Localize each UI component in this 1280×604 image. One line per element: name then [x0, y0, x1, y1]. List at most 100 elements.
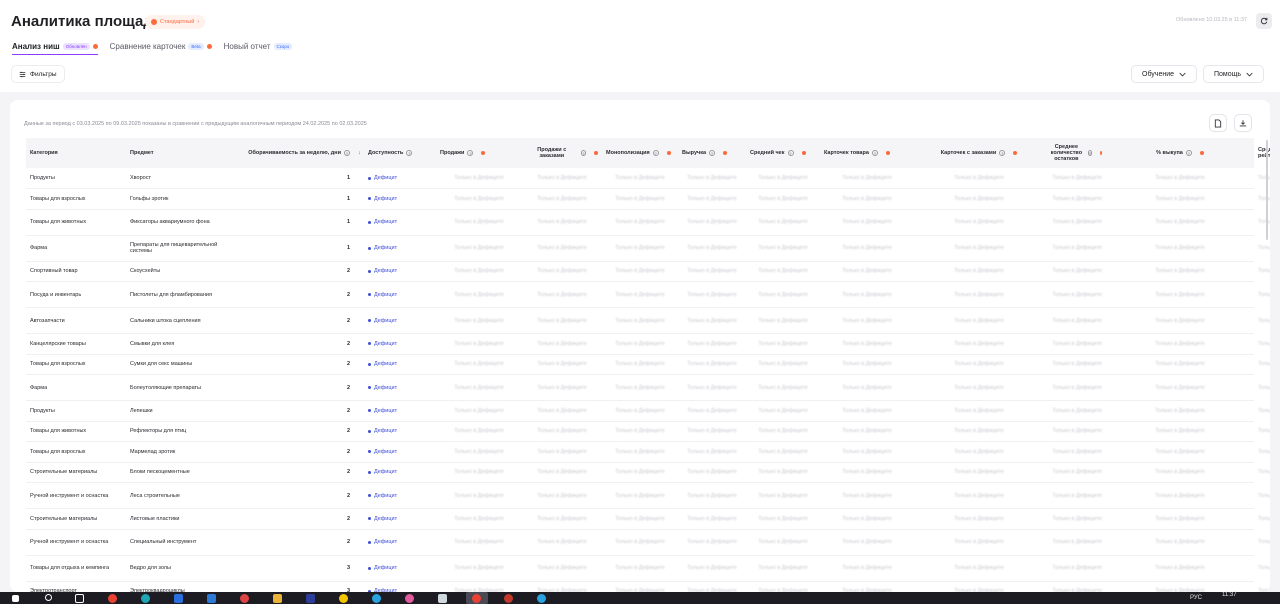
cell-buyout: Только в Дефиците	[1106, 508, 1254, 530]
col-avg-stock[interactable]: Среднее количество остатков?	[1044, 138, 1106, 168]
cell-sales-orders: Только в Дефиците	[522, 374, 602, 401]
status-label: Дефицит	[374, 492, 398, 499]
telegram-icon[interactable]	[537, 594, 546, 603]
table-row[interactable]: Фарма Болеутоляющие препараты 2 Дефицит Толь…	[26, 374, 1270, 401]
learning-dropdown[interactable]: Обучение	[1131, 65, 1198, 83]
col-sales[interactable]: Продажи?	[436, 138, 522, 168]
table-row[interactable]: Товары для животных Фиксаторы аквариумног…	[26, 209, 1270, 236]
app-icon[interactable]	[207, 594, 216, 603]
table-row[interactable]: Электротранспорт Электроквадроциклы 3 Дефиц…	[26, 581, 1270, 592]
chrome-icon[interactable]	[108, 594, 117, 603]
table-row[interactable]: Канцелярские товары Смывки для клея 2 Дефиц…	[26, 333, 1270, 355]
cell-sales: Только в Дефиците	[436, 482, 522, 509]
cell-sales-orders: Только в Дефиците	[522, 400, 602, 422]
store-icon[interactable]	[174, 594, 183, 603]
vertical-scrollbar[interactable]	[1266, 140, 1268, 240]
table-row[interactable]: Строительные материалы Блоки пескоцементн…	[26, 462, 1270, 483]
table-row[interactable]: Товары для взрослых Мармелад эротик 2 Дефиц…	[26, 441, 1270, 463]
cell-avg-check: Только в Дефиците	[746, 354, 820, 375]
col-buyout[interactable]: % выкупа?	[1106, 138, 1254, 168]
table-row[interactable]: Спортивный товар Скоусхейты 2 Дефицит Только…	[26, 261, 1270, 282]
locked-value: Только в Дефиците	[758, 565, 808, 571]
locked-value: Только в Дефиците	[1258, 492, 1270, 499]
cell-cards-orders: Только в Дефиците	[914, 333, 1044, 355]
table-row[interactable]: Товары для взрослых Сумки для секс машины…	[26, 354, 1270, 375]
cell-buyout: Только в Дефиците	[1106, 529, 1254, 556]
status-dot-icon	[368, 494, 371, 497]
col-avg-check[interactable]: Средний чек?	[746, 138, 820, 168]
col-cards-orders[interactable]: Карточек с заказами?	[914, 138, 1044, 168]
app-icon[interactable]	[504, 594, 513, 603]
refresh-button[interactable]	[1256, 13, 1272, 29]
download-button[interactable]	[1234, 114, 1252, 132]
plan-badge[interactable]: Стандартный ›	[145, 15, 206, 29]
col-monopoly[interactable]: Монополизация?	[602, 138, 678, 168]
cell-spacer	[354, 307, 364, 334]
language-indicator[interactable]: РУС	[1190, 595, 1202, 601]
tab-new-report[interactable]: Новый отчет Скоро	[224, 38, 293, 54]
cell-revenue: Только в Дефиците	[678, 374, 746, 401]
col-availability[interactable]: Доступность?	[364, 138, 436, 168]
table-row[interactable]: Ручной инструмент и оснастка Специальный …	[26, 529, 1270, 556]
table-row[interactable]: Фарма Препараты для пищеварительной систе…	[26, 235, 1270, 262]
search-icon[interactable]	[45, 594, 52, 601]
locked-value: Только в Дефиците	[615, 175, 665, 181]
chrome-icon[interactable]	[472, 594, 481, 603]
locked-value: Только в Дефиците	[758, 492, 808, 499]
app-icon[interactable]	[405, 594, 414, 603]
edge-icon[interactable]	[141, 594, 150, 603]
sort-arrow-icon[interactable]: ↓	[354, 138, 364, 168]
availability-status: Дефицит	[368, 361, 432, 367]
col-cards[interactable]: Карточек товара?	[820, 138, 914, 168]
cell-avg-stock: Только в Дефиците	[1044, 333, 1106, 355]
windows-start-icon[interactable]	[12, 595, 19, 602]
locked-value: Только в Дефиците	[615, 539, 665, 545]
tab-label: Новый отчет	[223, 41, 271, 51]
cell-availability: Дефицит	[364, 555, 436, 582]
folder-icon[interactable]	[273, 594, 282, 603]
task-view-icon[interactable]	[75, 594, 84, 603]
col-sales-orders[interactable]: Продажи с заказами?	[522, 138, 602, 168]
status-label: Дефицит	[374, 317, 398, 324]
table-row[interactable]: Продукты Лепешки 2 Дефицит Только в Дефиците…	[26, 400, 1270, 422]
locked-value: Только в Дефиците	[758, 407, 808, 414]
cell-revenue: Только в Дефиците	[678, 307, 746, 334]
table-row[interactable]: Товары для животных Рефлекторы для птиц 2 Д…	[26, 421, 1270, 442]
locked-value: Только в Дефиците	[1052, 492, 1102, 499]
telegram-icon[interactable]	[372, 594, 381, 603]
cell-spacer	[354, 354, 364, 375]
calculator-icon[interactable]	[438, 594, 447, 603]
filters-button[interactable]: Фильтры	[11, 65, 65, 83]
cell-sales: Только в Дефиците	[436, 281, 522, 308]
locked-value: Только в Дефиците	[454, 195, 504, 202]
help-dropdown[interactable]: Помощь	[1203, 65, 1265, 83]
locked-value: Только в Дефиците	[615, 492, 665, 499]
table-row[interactable]: Посуда и инвентарь Пистолеты для фламбиро…	[26, 281, 1270, 308]
col-turnover[interactable]: Оборачиваемость за неделю, дни?	[226, 138, 354, 168]
table-row[interactable]: Ручной инструмент и оснастка Леса строите…	[26, 482, 1270, 509]
col-category[interactable]: Категория	[26, 138, 126, 168]
export-file-button[interactable]	[1209, 114, 1227, 132]
locked-value: Только в Дефиците	[758, 361, 808, 368]
col-subject[interactable]: Предмет	[126, 138, 226, 168]
cell-avg-stock: Только в Дефиците	[1044, 581, 1106, 592]
tab-card-comparison[interactable]: Сравнение карточек Beta	[110, 38, 212, 54]
clock[interactable]: 11:37	[1222, 592, 1237, 598]
table-row[interactable]: Товары для взрослых Гольфы эротик 1 Дефицит…	[26, 188, 1270, 210]
app-icon[interactable]	[339, 594, 348, 603]
table-row[interactable]: Строительные материалы Листовые пластики 2…	[26, 508, 1270, 530]
table-row[interactable]: Продукты Хворост 1 Дефицит Только в Дефиците…	[26, 168, 1270, 189]
status-dot-icon	[368, 246, 371, 250]
cell-availability: Дефицит	[364, 508, 436, 530]
col-revenue[interactable]: Выручка?	[678, 138, 746, 168]
help-icon: ?	[787, 150, 794, 156]
locked-value: Только в Дефиците	[842, 245, 892, 251]
table-row[interactable]: Товары для отдыха и кемпинга Ведро для зо…	[26, 555, 1270, 582]
app-icon[interactable]	[240, 594, 249, 603]
table-row[interactable]: Автозапчасти Сальники штока сцепления 2 Деф…	[26, 307, 1270, 334]
tab-niche-analysis[interactable]: Анализ ниш Обновлён	[12, 38, 98, 55]
app-icon[interactable]	[306, 594, 315, 603]
cell-spacer	[354, 508, 364, 530]
locked-value: Только в Дефиците	[615, 219, 665, 225]
locked-value: Только в Дефиците	[537, 195, 587, 202]
